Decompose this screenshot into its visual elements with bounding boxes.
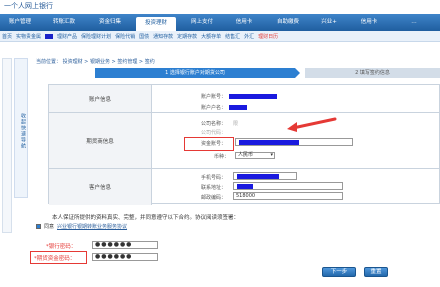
address-masked <box>237 184 253 189</box>
step-select-account: 1 选择银行账户对期货公司 <box>95 68 300 78</box>
agreement-notice: 本人保证所提供的资料真实、完整，并同意遵守以下合约。协议阅读须签署： <box>52 215 240 221</box>
masked-block <box>45 33 54 39</box>
subnav-fixed-deposit[interactable]: 定期存款 <box>177 33 197 40</box>
company-code-label: 公司代码： <box>201 130 227 136</box>
sign-form: 账户信息 账户账号： 账户户名： 期货商信息 公司名称： 限 公司代码： 资金账… <box>48 84 440 205</box>
acct-no-label: 账户账号： <box>201 94 227 100</box>
subnav-large-cd[interactable]: 大额存单 <box>201 33 221 40</box>
fund-account-input[interactable] <box>235 138 353 146</box>
breadcrumb: 当前位置： 投资理财 > 银期业务 > 签约管理 > 签约 <box>36 59 155 65</box>
step-indicator: 1 选择银行账户对期货公司 2 填写签约信息 <box>95 68 440 78</box>
bank-password-input[interactable]: ●●●●●● <box>92 241 158 249</box>
customer-info-label: 客户信息 <box>49 169 152 205</box>
phone-label: 手机号码： <box>201 175 227 181</box>
contact-address-label: 联系地址： <box>201 185 227 191</box>
phone-masked <box>237 174 279 179</box>
subnav-wealth-products[interactable]: 理财产品 <box>57 33 77 40</box>
agreement-row: 同意 兴业银行银期转账业务服务协议 <box>36 223 127 230</box>
fund-account-label: 资金账号： <box>201 141 227 147</box>
account-info-row: 账户信息 账户账号： 账户户名： <box>49 85 440 113</box>
nav-item-self-service[interactable]: 自助缴费 <box>270 16 306 29</box>
main-nav: 账户管理 转账汇款 资金归集 投资理财 网上支付 信用卡 自助缴费 兴业+ 信用… <box>0 14 440 31</box>
nav-item-online-pay[interactable]: 网上支付 <box>184 16 220 29</box>
currency-select[interactable]: 人民币 ▾ <box>235 152 275 159</box>
agreement-link[interactable]: 兴业银行银期转账业务服务协议 <box>57 223 127 230</box>
nav-item-card[interactable]: 信用卡 <box>352 16 386 29</box>
subnav-notice-deposit[interactable]: 通知存款 <box>153 33 173 40</box>
nav-item-account[interactable]: 账户管理 <box>2 16 38 29</box>
phone-input[interactable] <box>233 172 297 180</box>
bank-password-label: *银行密码： <box>46 244 77 250</box>
futures-password-input[interactable]: ●●●●●● <box>92 253 158 261</box>
next-button[interactable]: 下一步 <box>322 267 356 277</box>
app-header: 一个人网上银行 <box>0 0 440 14</box>
currency-value: 人民币 <box>238 152 254 158</box>
zip-input[interactable]: 518000 <box>233 192 343 200</box>
nav-item-investment[interactable]: 投资理财 <box>136 17 176 31</box>
nav-item-credit-card[interactable]: 信用卡 <box>226 16 262 29</box>
futures-info-label: 期货商信息 <box>49 113 152 168</box>
app-title: 一个人网上银行 <box>4 2 53 10</box>
subnav-forex[interactable]: 外汇 <box>244 33 254 40</box>
sub-nav: 首页 实物贵金属 理财产品 保险理财计划 保险代销 国债 通知存款 定期存款 大… <box>0 31 440 42</box>
quick-nav-toggle[interactable]: 收起快速导航 <box>14 58 28 198</box>
subnav-home[interactable]: 首页 <box>2 33 12 40</box>
contact-address-input[interactable] <box>233 182 343 190</box>
currency-label: 币种： <box>214 154 230 160</box>
subnav-precious-metal[interactable]: 实物贵金属 <box>16 33 41 40</box>
subnav-treasury[interactable]: 国债 <box>139 33 149 40</box>
acct-name-masked <box>229 105 247 110</box>
side-panel <box>2 58 12 233</box>
chevron-down-icon: ▾ <box>270 152 273 158</box>
subnav-fx-settlement[interactable]: 结售汇 <box>225 33 240 40</box>
acct-no-masked <box>229 94 277 99</box>
nav-item-fund-collection[interactable]: 资金归集 <box>92 16 128 29</box>
subnav-insurance-agency[interactable]: 保险代销 <box>115 33 135 40</box>
futures-info-row: 期货商信息 公司名称： 限 公司代码： 资金账号： 币种： 人民币 ▾ <box>49 113 440 169</box>
company-name-value: 限 <box>233 121 239 127</box>
subnav-insurance-plan[interactable]: 保险理财计划 <box>81 33 111 40</box>
reset-button[interactable]: 重置 <box>364 267 388 277</box>
nav-item-xingye-plus[interactable]: 兴业+ <box>312 16 346 29</box>
red-arrow-annotation <box>287 117 337 132</box>
step-fill-info: 2 填写签约信息 <box>305 68 440 78</box>
zip-label: 邮政编码： <box>201 195 227 201</box>
fund-account-masked <box>239 140 299 145</box>
nav-item-more[interactable]: … <box>394 16 434 29</box>
futures-password-label: *期货资金密码： <box>34 256 76 262</box>
agree-checkbox[interactable] <box>36 224 41 229</box>
nav-item-transfer[interactable]: 转账汇款 <box>46 16 82 29</box>
acct-name-label: 账户户名： <box>201 105 227 111</box>
customer-info-row: 客户信息 手机号码： 联系地址： 邮政编码： 518000 <box>49 169 440 205</box>
company-name-label: 公司名称： <box>201 121 227 127</box>
subnav-calendar[interactable]: 理财日历 <box>258 33 278 40</box>
agree-label: 同意 <box>44 224 55 230</box>
account-info-label: 账户信息 <box>49 85 152 112</box>
